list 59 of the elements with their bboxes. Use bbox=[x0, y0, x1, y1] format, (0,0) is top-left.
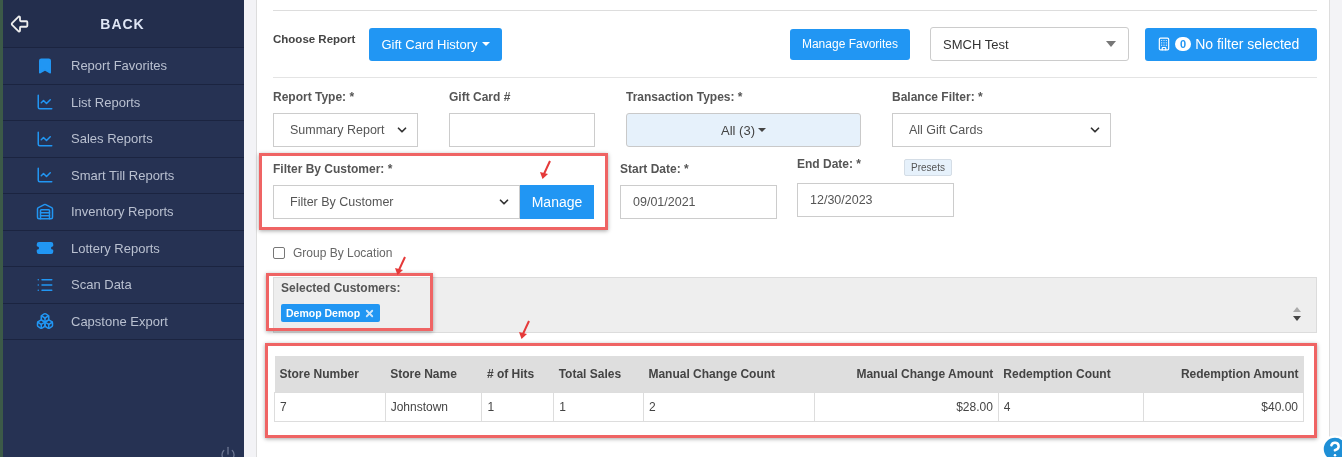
field-label: Filter By Customer: * bbox=[273, 162, 393, 178]
column-header: Store Number bbox=[274, 356, 386, 392]
chart-icon bbox=[36, 129, 54, 148]
field-label: Gift Card # bbox=[449, 90, 511, 106]
start-date-input[interactable]: 09/01/2021 bbox=[620, 185, 777, 219]
annotation-arrow bbox=[518, 320, 532, 340]
table-cell: $40.00 bbox=[1143, 392, 1304, 421]
sidebar-item[interactable]: Report Favorites bbox=[3, 48, 244, 85]
table-cell: 7 bbox=[274, 392, 386, 421]
customer-tag: Demop Demop bbox=[281, 304, 381, 322]
table-cell: $28.00 bbox=[814, 392, 999, 421]
group-by-location-checkbox[interactable]: Group By Location bbox=[273, 246, 1317, 260]
table-cell: 1 bbox=[481, 392, 554, 421]
field-label: Transaction Types: * bbox=[626, 90, 743, 106]
sidebar-item[interactable]: Scan Data bbox=[3, 267, 244, 304]
sidebar-item[interactable]: List Reports bbox=[3, 84, 244, 121]
chart-icon bbox=[36, 166, 54, 185]
customer-select[interactable]: Filter By Customer bbox=[273, 185, 520, 219]
column-header: Total Sales bbox=[553, 356, 644, 392]
table-cell: 4 bbox=[998, 392, 1144, 421]
sidebar-item[interactable]: Smart Till Reports bbox=[3, 157, 244, 194]
field-label: Report Type: * bbox=[273, 90, 355, 106]
sidebar-item[interactable]: Capstone Export bbox=[3, 303, 244, 340]
bookmark-icon bbox=[36, 56, 54, 75]
table-cell: 1 bbox=[553, 392, 644, 421]
store-select[interactable]: SMCH Test bbox=[930, 27, 1129, 61]
remove-icon[interactable] bbox=[364, 307, 376, 319]
choose-report-label: Choose Report bbox=[273, 33, 356, 45]
annotation-arrow bbox=[394, 256, 408, 276]
column-header: Redemption Amount bbox=[1143, 356, 1304, 392]
gift-card-input[interactable] bbox=[449, 113, 595, 147]
column-header: Store Name bbox=[385, 356, 482, 392]
field-label: Start Date: * bbox=[620, 162, 689, 178]
transaction-types-dropdown[interactable]: All (3) bbox=[626, 113, 861, 147]
sidebar-item[interactable]: Sales Reports bbox=[3, 121, 244, 158]
column-header: # of Hits bbox=[481, 356, 554, 392]
end-date-input[interactable]: 12/30/2023 bbox=[797, 183, 954, 217]
sidebar-item[interactable]: Inventory Reports bbox=[3, 194, 244, 231]
field-label: Balance Filter: * bbox=[892, 90, 983, 106]
field-label: End Date: * bbox=[797, 157, 861, 173]
boxes-icon bbox=[36, 312, 54, 331]
sort-arrows-icon[interactable] bbox=[1292, 306, 1302, 322]
column-header: Redemption Count bbox=[998, 356, 1144, 392]
chart-icon bbox=[36, 93, 54, 112]
column-header: Manual Change Amount bbox=[814, 356, 999, 392]
balance-filter-select[interactable]: All Gift Cards bbox=[892, 113, 1111, 147]
presets-button[interactable]: Presets bbox=[904, 159, 952, 176]
column-header: Manual Change Count bbox=[643, 356, 815, 392]
selected-customers-label: Selected Customers: bbox=[281, 281, 401, 297]
filter-count: 0 bbox=[1175, 37, 1192, 51]
sidebar-item[interactable]: Lottery Reports bbox=[3, 230, 244, 267]
warehouse-icon bbox=[36, 202, 54, 221]
table-cell: 2 bbox=[643, 392, 815, 421]
report-type-select[interactable]: Summary Report bbox=[273, 113, 418, 147]
building-icon bbox=[1157, 37, 1171, 51]
caret-icon bbox=[1106, 41, 1116, 47]
table-cell: Johnstown bbox=[385, 392, 482, 421]
annotation-arrow bbox=[539, 160, 553, 180]
back-button[interactable]: BACK bbox=[3, 0, 244, 48]
